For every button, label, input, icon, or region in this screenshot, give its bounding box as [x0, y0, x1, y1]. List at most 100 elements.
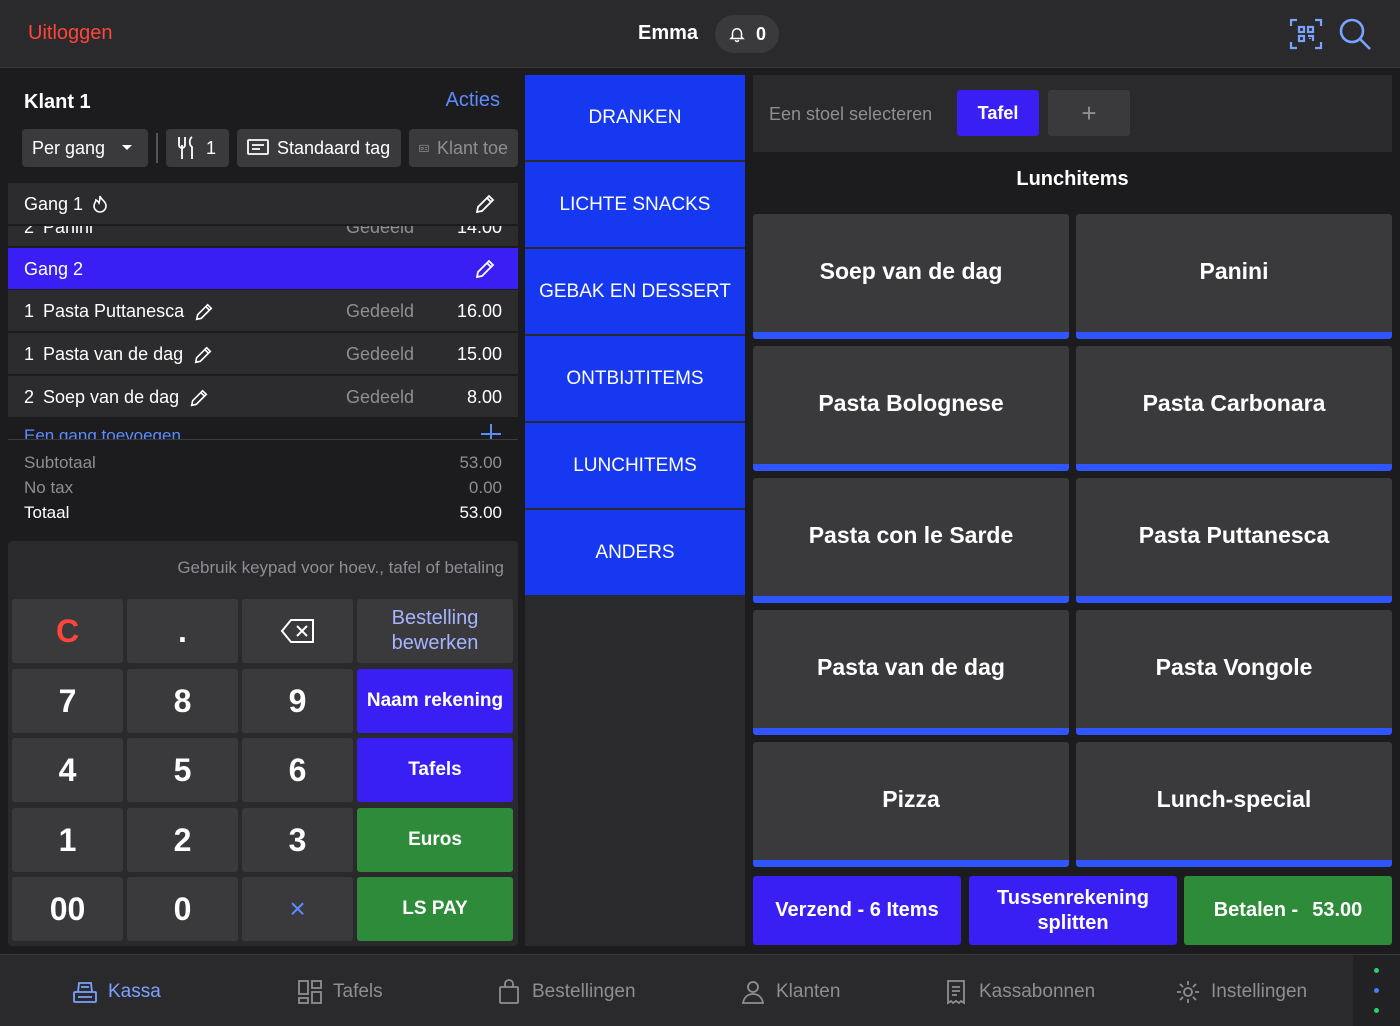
edit-icon[interactable] [474, 258, 496, 280]
notification-count: 0 [755, 23, 766, 44]
nav-bestellingen[interactable]: Bestellingen [496, 979, 636, 1005]
split-bill-button[interactable]: Tussenrekening splitten [969, 876, 1177, 945]
status-dot [1374, 1008, 1379, 1013]
course-mode-value: Per gang [32, 137, 106, 158]
product-button[interactable]: Pasta Puttanesca [1076, 478, 1392, 603]
key-8[interactable]: 8 [127, 669, 238, 733]
product-button[interactable]: Panini [1076, 214, 1392, 339]
line-price: 14.00 [456, 226, 502, 237]
seat-selector: Een stoel selecteren Tafel + [753, 75, 1392, 152]
key-2[interactable]: 2 [127, 808, 238, 872]
course-mode-select[interactable]: Per gang [22, 129, 148, 167]
ls-pay-button[interactable]: LS PAY [357, 877, 513, 941]
order-line[interactable]: 1 Pasta van de dag Gedeeld 15.00 [8, 333, 518, 375]
key-9[interactable]: 9 [242, 669, 353, 733]
category-drinks[interactable]: DRANKEN [525, 75, 745, 160]
line-price: 15.00 [456, 344, 502, 364]
pay-button[interactable]: Betalen - 53.00 [1184, 876, 1392, 945]
edit-icon[interactable] [189, 388, 209, 408]
order-line[interactable]: 1 Pasta Puttanesca Gedeeld 16.00 [8, 290, 518, 332]
edit-icon[interactable] [194, 302, 214, 322]
add-course-button[interactable]: Een gang toevoegen [8, 423, 518, 439]
order-line[interactable]: 2 Panini Gedeeld 14.00 [8, 226, 518, 247]
key-multiply[interactable]: × [242, 877, 353, 941]
more-menu-button[interactable] [1353, 955, 1400, 1026]
key-1[interactable]: 1 [12, 808, 123, 872]
course-header-1[interactable]: Gang 1 [8, 183, 518, 225]
user-name: Emma [638, 22, 699, 44]
product-button[interactable]: Pasta van de dag [753, 610, 1069, 735]
line-status: Gedeeld [346, 344, 415, 364]
add-customer-label: Klant toe [436, 137, 508, 158]
covers-button[interactable]: 1 [166, 129, 229, 167]
pos-screen: Uitloggen Emma 0 Klant 1 Acties Per gang… [0, 0, 1400, 1026]
table-seat-button[interactable]: Tafel [957, 90, 1039, 136]
product-button[interactable]: Lunch-special [1076, 742, 1392, 867]
actions-button[interactable]: Acties [446, 89, 500, 112]
name-bill-button[interactable]: Naam rekening [357, 669, 513, 733]
bell-icon [729, 28, 745, 43]
nav-kassabonnen[interactable]: Kassabonnen [943, 979, 1095, 1005]
caret-down-icon [122, 145, 133, 150]
notifications-button[interactable]: 0 [715, 15, 779, 53]
edit-order-button[interactable]: Bestelling bewerken [357, 599, 513, 663]
line-name: Soep van de dag [43, 387, 209, 408]
key-clear[interactable]: C [12, 599, 123, 663]
key-4[interactable]: 4 [12, 738, 123, 802]
tag-button[interactable]: Standaard tag [237, 129, 401, 167]
product-button[interactable]: Pasta Carbonara [1076, 346, 1392, 471]
key-3[interactable]: 3 [242, 808, 353, 872]
line-qty: 1 [24, 344, 35, 364]
nav-tafels[interactable]: Tafels [297, 979, 383, 1005]
logout-button[interactable]: Uitloggen [28, 22, 113, 45]
shopping-bag-icon [499, 979, 519, 1004]
order-line[interactable]: 2 Soep van de dag Gedeeld 8.00 [8, 376, 518, 418]
pay-label: Betalen - [1213, 899, 1299, 921]
divider [8, 439, 518, 440]
category-pastry-dessert[interactable]: GEBAK EN DESSERT [525, 249, 745, 334]
tables-button[interactable]: Tafels [357, 738, 513, 802]
category-light-snacks[interactable]: LICHTE SNACKS [525, 162, 745, 247]
category-lunch[interactable]: LUNCHITEMS [525, 423, 745, 508]
nav-klanten[interactable]: Klanten [740, 979, 840, 1005]
add-seat-button[interactable]: + [1048, 90, 1130, 136]
top-bar: Uitloggen Emma 0 [0, 0, 1400, 68]
cutlery-icon [178, 136, 193, 159]
key-0[interactable]: 0 [127, 877, 238, 941]
product-button[interactable]: Pasta Vongole [1076, 610, 1392, 735]
edit-icon[interactable] [193, 345, 213, 365]
tag-icon [247, 139, 269, 155]
divider [156, 133, 158, 163]
tax-row: No tax 0.00 [24, 478, 502, 497]
backspace-button[interactable] [242, 599, 353, 663]
key-7[interactable]: 7 [12, 669, 123, 733]
key-6[interactable]: 6 [242, 738, 353, 802]
nav-kassa[interactable]: Kassa [72, 979, 161, 1005]
search-icon[interactable] [1337, 16, 1373, 52]
totals: Subtotaal 53.00 No tax 0.00 Totaal 53.00 [24, 453, 502, 528]
status-dot [1374, 968, 1379, 973]
product-button[interactable]: Pasta Bolognese [753, 346, 1069, 471]
product-button[interactable]: Pasta con le Sarde [753, 478, 1069, 603]
nav-instellingen[interactable]: Instellingen [1175, 979, 1307, 1005]
key-dot[interactable]: . [127, 599, 238, 663]
register-icon [73, 982, 97, 1003]
add-customer-button[interactable]: Klant toe [409, 129, 518, 167]
course-header-2[interactable]: Gang 2 [8, 248, 518, 290]
product-section-title: Lunchitems [1016, 168, 1129, 190]
edit-icon[interactable] [474, 193, 496, 215]
covers-value: 1 [206, 137, 217, 158]
receipt-icon [947, 980, 965, 1005]
euros-button[interactable]: Euros [357, 808, 513, 872]
line-status: Gedeeld [346, 387, 415, 407]
qr-scan-icon[interactable] [1288, 16, 1324, 52]
product-button[interactable]: Pizza [753, 742, 1069, 867]
product-button[interactable]: Soep van de dag [753, 214, 1069, 339]
key-5[interactable]: 5 [127, 738, 238, 802]
key-00[interactable]: 00 [12, 877, 123, 941]
send-order-button[interactable]: Verzend - 6 Items [753, 876, 961, 945]
category-breakfast[interactable]: ONTBIJTITEMS [525, 336, 745, 421]
subtotal-row: Subtotaal 53.00 [24, 453, 502, 472]
category-other[interactable]: ANDERS [525, 510, 745, 595]
line-name: Pasta Puttanesca [43, 301, 214, 322]
